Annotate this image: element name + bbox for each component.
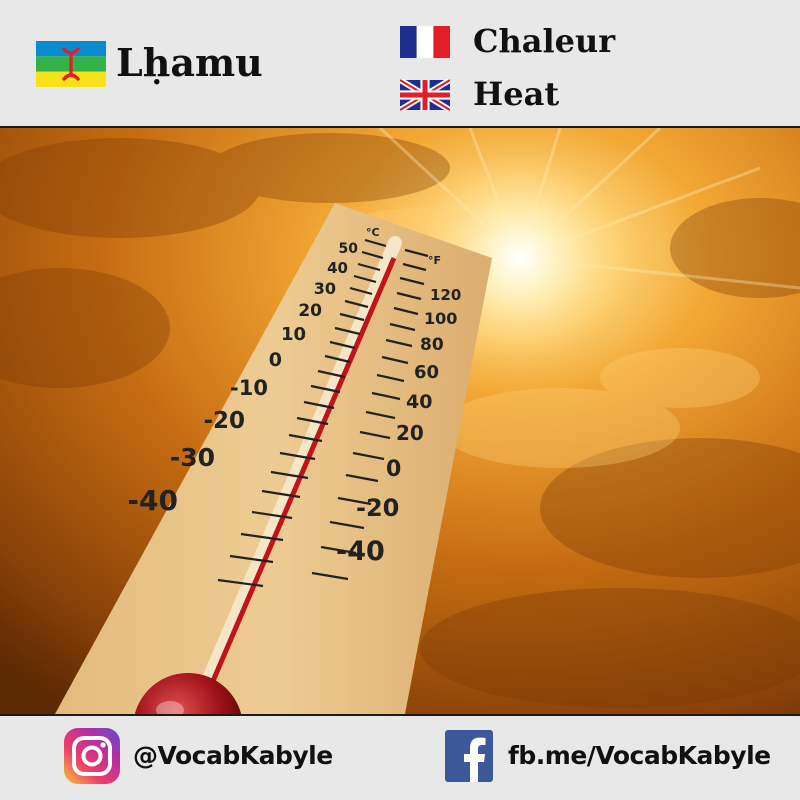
facebook-link[interactable]: fb.me/VocabKabyle	[508, 741, 771, 770]
footer-bar: @VocabKabyle fb.me/VocabKabyle	[0, 714, 800, 800]
fahrenheit-label: 80	[420, 335, 444, 355]
celsius-label: -10	[230, 376, 268, 400]
uk-flag-icon	[400, 79, 450, 111]
header-bar: Lḥamu Chaleur Heat	[0, 0, 800, 128]
fahrenheit-label: 120	[430, 286, 461, 304]
fahrenheit-label: -20	[356, 494, 399, 522]
celsius-label: -30	[170, 443, 215, 472]
fahrenheit-label: 20	[396, 421, 424, 445]
celsius-unit-label: °C	[366, 226, 380, 239]
celsius-label: 30	[314, 279, 336, 298]
celsius-label: 0	[269, 349, 282, 371]
translation-english: Heat	[473, 75, 560, 113]
instagram-handle-link[interactable]: @VocabKabyle	[133, 741, 333, 770]
main-word: Lḥamu	[116, 40, 263, 85]
france-flag-icon	[400, 26, 450, 58]
facebook-icon[interactable]	[445, 730, 493, 782]
sky-illustration: °C °F 50 40 30 20 10 0 -10 -20 -30 -40 1…	[0, 128, 800, 714]
heat-photo: °C °F 50 40 30 20 10 0 -10 -20 -30 -40 1…	[0, 128, 800, 714]
fahrenheit-label: -40	[336, 536, 385, 567]
celsius-label: 40	[327, 259, 348, 277]
instagram-icon[interactable]	[64, 728, 120, 784]
celsius-label: -20	[203, 408, 245, 434]
fahrenheit-label: 0	[386, 457, 401, 482]
fahrenheit-label: 40	[406, 391, 432, 413]
amazigh-flag-icon	[36, 41, 106, 87]
celsius-label: 20	[298, 301, 322, 321]
fahrenheit-unit-label: °F	[428, 254, 441, 267]
fahrenheit-label: 100	[424, 309, 457, 328]
translation-french: Chaleur	[473, 22, 616, 60]
fahrenheit-label: 60	[414, 362, 439, 383]
celsius-label: 10	[281, 324, 306, 345]
celsius-label: 50	[339, 241, 359, 257]
celsius-label: -40	[127, 484, 178, 517]
